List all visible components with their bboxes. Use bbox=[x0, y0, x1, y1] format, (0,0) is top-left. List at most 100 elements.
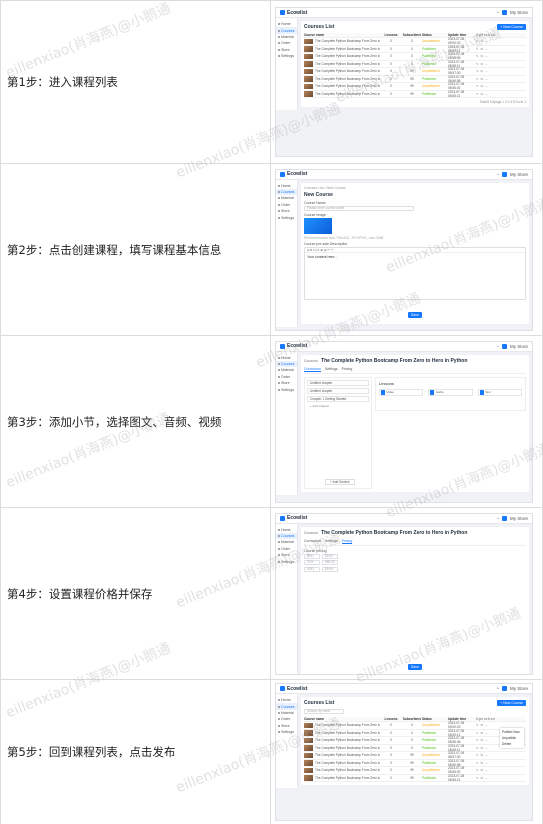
course-name-cell[interactable]: The Complete Python Bootcamp From Zero t… bbox=[304, 730, 380, 736]
course-name-cell[interactable]: The Complete Python Bootcamp From Zero t… bbox=[304, 83, 380, 89]
course-name-cell[interactable]: The Complete Python Bootcamp From Zero t… bbox=[304, 775, 380, 781]
tab-settings[interactable]: Settings bbox=[325, 367, 338, 372]
avatar[interactable] bbox=[501, 10, 507, 15]
nav-settings[interactable]: Settings bbox=[276, 558, 297, 564]
pagination[interactable]: Total 8 10/page 1 2 3 4 5 Go to 1 bbox=[304, 98, 526, 104]
tab-curriculum[interactable]: Curriculum bbox=[304, 367, 321, 372]
store-name[interactable]: My Store bbox=[510, 516, 528, 521]
table-row[interactable]: The Complete Python Bootcamp From Zero t… bbox=[304, 67, 526, 76]
currency-select[interactable]: CNY bbox=[304, 560, 320, 565]
store-name[interactable]: My Store bbox=[510, 172, 528, 177]
nav-settings[interactable]: Settings bbox=[276, 386, 297, 392]
operation-icons[interactable]: ✎ ⧉ ⋯ bbox=[476, 776, 526, 780]
bell-icon[interactable]: ◔ bbox=[496, 516, 499, 521]
tab-settings[interactable]: Settings bbox=[325, 539, 338, 544]
operation-icons[interactable]: ✎ ⧉ ⋯ bbox=[476, 84, 526, 88]
table-row[interactable]: The Complete Python Bootcamp From Zero t… bbox=[304, 766, 526, 775]
save-button[interactable]: Save bbox=[407, 663, 423, 670]
breadcrumb[interactable]: Courses List / New Course bbox=[304, 186, 526, 190]
tab-curriculum[interactable]: Curriculum bbox=[304, 539, 321, 544]
lessons-cell: 0 bbox=[390, 760, 392, 765]
breadcrumb[interactable]: Courses bbox=[304, 531, 318, 535]
table-row[interactable]: The Complete Python Bootcamp From Zero t… bbox=[304, 736, 526, 745]
currency-select[interactable]: USD bbox=[304, 553, 320, 559]
operation-icons[interactable]: ✎ ⧉ ⋯ bbox=[476, 753, 526, 757]
table-row[interactable]: The Complete Python Bootcamp From Zero t… bbox=[304, 759, 526, 767]
nav-settings[interactable]: Settings bbox=[276, 729, 297, 735]
course-name-cell[interactable]: The Complete Python Bootcamp From Zero t… bbox=[304, 53, 380, 59]
course-name-cell[interactable]: The Complete Python Bootcamp From Zero t… bbox=[304, 760, 380, 766]
operation-icons[interactable]: ✎ ⧉ ⋯ bbox=[476, 723, 526, 727]
price-input[interactable]: $9.99 bbox=[322, 553, 338, 559]
search-input[interactable]: Search by name bbox=[304, 709, 344, 714]
text-type-button[interactable]: Text bbox=[477, 388, 522, 396]
course-name-cell[interactable]: The Complete Python Bootcamp From Zero t… bbox=[304, 91, 380, 97]
operation-icons[interactable]: ✎ ⧉ ⋯ bbox=[476, 39, 526, 43]
course-name-cell[interactable]: The Complete Python Bootcamp From Zero t… bbox=[304, 46, 380, 52]
chapter-item[interactable]: Untitled chapter bbox=[307, 379, 369, 386]
store-name[interactable]: My Store bbox=[510, 686, 528, 691]
table-row[interactable]: The Complete Python Bootcamp From Zero t… bbox=[304, 90, 526, 98]
course-name-cell[interactable]: The Complete Python Bootcamp From Zero t… bbox=[304, 38, 380, 44]
price-input[interactable]: ¥68.00 bbox=[322, 560, 338, 565]
bell-icon[interactable]: ◔ bbox=[496, 686, 499, 691]
delete-option[interactable]: Delete bbox=[502, 741, 522, 747]
operation-icons[interactable]: ✎ ⧉ ⋯ bbox=[476, 47, 526, 51]
chapter-item[interactable]: Chapter 1 Getting Started bbox=[307, 395, 369, 402]
table-row[interactable]: The Complete Python Bootcamp From Zero t… bbox=[304, 45, 526, 53]
course-name-cell[interactable]: The Complete Python Bootcamp From Zero t… bbox=[304, 737, 380, 743]
store-name[interactable]: My Store bbox=[510, 10, 528, 15]
store-name[interactable]: My Store bbox=[510, 344, 528, 349]
course-name-cell[interactable]: The Complete Python Bootcamp From Zero t… bbox=[304, 745, 380, 751]
operation-icons[interactable]: ✎ ⧉ ⋯ bbox=[476, 761, 526, 765]
course-name-input[interactable]: Please enter course name bbox=[304, 205, 414, 211]
table-row[interactable]: The Complete Python Bootcamp From Zero t… bbox=[304, 37, 526, 46]
nav-settings[interactable]: Settings bbox=[276, 53, 297, 59]
course-image-preview[interactable] bbox=[304, 217, 332, 234]
audio-type-button[interactable]: Audio bbox=[428, 388, 473, 396]
course-name-cell[interactable]: The Complete Python Bootcamp From Zero t… bbox=[304, 76, 380, 82]
table-row[interactable]: The Complete Python Bootcamp From Zero t… bbox=[304, 75, 526, 83]
course-name-cell[interactable]: The Complete Python Bootcamp From Zero t… bbox=[304, 68, 380, 74]
table-row[interactable]: The Complete Python Bootcamp From Zero t… bbox=[304, 52, 526, 61]
add-section-button[interactable]: + Add Section bbox=[325, 478, 355, 485]
operation-icons[interactable]: ✎ ⧉ ⋯ bbox=[476, 92, 526, 96]
operation-icons[interactable]: ✎ ⧉ ⋯ bbox=[476, 62, 526, 66]
currency-select[interactable]: USD bbox=[304, 566, 320, 572]
chapter-item[interactable]: Untitled chapter bbox=[307, 387, 369, 394]
save-button[interactable]: Save bbox=[407, 311, 423, 318]
video-type-button[interactable]: Video bbox=[379, 388, 424, 396]
course-name-cell[interactable]: The Complete Python Bootcamp From Zero t… bbox=[304, 61, 380, 67]
avatar[interactable] bbox=[501, 686, 507, 691]
new-course-button[interactable]: + New Course bbox=[497, 24, 526, 30]
operation-icons[interactable]: ✎ ⧉ ⋯ bbox=[476, 54, 526, 58]
table-row[interactable]: The Complete Python Bootcamp From Zero t… bbox=[304, 774, 526, 782]
breadcrumb[interactable]: Courses bbox=[304, 359, 318, 363]
table-row[interactable]: The Complete Python Bootcamp From Zero t… bbox=[304, 751, 526, 760]
course-name-cell[interactable]: The Complete Python Bootcamp From Zero t… bbox=[304, 767, 380, 773]
avatar[interactable] bbox=[501, 343, 507, 349]
tab-pricing[interactable]: Pricing bbox=[341, 539, 353, 544]
table-row[interactable]: The Complete Python Bootcamp From Zero t… bbox=[304, 721, 526, 730]
new-course-button[interactable]: + New Course bbox=[497, 700, 526, 706]
bell-icon[interactable]: ◔ bbox=[496, 10, 499, 15]
table-row[interactable]: The Complete Python Bootcamp From Zero t… bbox=[304, 729, 526, 737]
table-row[interactable]: The Complete Python Bootcamp From Zero t… bbox=[304, 744, 526, 752]
operation-icons[interactable]: ✎ ⧉ ⋯ bbox=[476, 69, 526, 73]
operation-icons[interactable]: ✎ ⧉ ⋯ bbox=[476, 77, 526, 81]
nav-settings[interactable]: Settings bbox=[276, 214, 297, 220]
avatar[interactable] bbox=[501, 515, 507, 521]
operation-icons[interactable]: ✎ ⧉ ⋯ bbox=[476, 768, 526, 772]
course-name-cell[interactable]: The Complete Python Bootcamp From Zero t… bbox=[304, 752, 380, 758]
editor-body[interactable]: Your content here... bbox=[305, 253, 525, 299]
add-chapter-link[interactable]: + Add Chapter bbox=[310, 404, 369, 408]
tab-pricing[interactable]: Pricing bbox=[342, 367, 353, 372]
table-row[interactable]: The Complete Python Bootcamp From Zero t… bbox=[304, 82, 526, 91]
bell-icon[interactable]: ◔ bbox=[496, 344, 499, 349]
bell-icon[interactable]: ◔ bbox=[496, 172, 499, 177]
table-row[interactable]: The Complete Python Bootcamp From Zero t… bbox=[304, 60, 526, 68]
price-input[interactable]: $9.99 bbox=[322, 566, 338, 572]
rich-text-editor[interactable]: H B I U ≡ ≔ ⊞ ↶ ↷ Your content here... bbox=[304, 246, 526, 300]
course-name-cell[interactable]: The Complete Python Bootcamp From Zero t… bbox=[304, 722, 380, 728]
avatar[interactable] bbox=[501, 171, 507, 177]
